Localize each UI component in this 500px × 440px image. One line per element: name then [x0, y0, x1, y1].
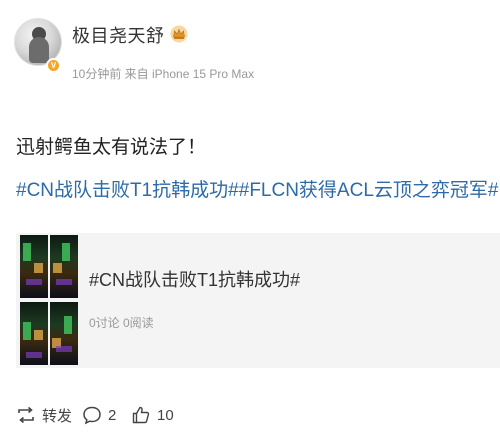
repost-icon	[18, 406, 34, 424]
post-header: V 极目尧天舒 10分钟前 来自 iPhone 15 Pro Max	[12, 14, 482, 84]
topic-links[interactable]: #CN战队击败T1抗韩成功##FLCN获得ACL云顶之弈冠军#	[16, 175, 498, 202]
post-meta: 10分钟前 来自 iPhone 15 Pro Max	[72, 67, 255, 81]
topic-card-title[interactable]: #CN战队击败T1抗韩成功#	[89, 266, 300, 292]
thumbnail-image	[50, 302, 78, 365]
comment-icon	[83, 406, 101, 425]
repost-label: 转发	[42, 407, 73, 425]
comment-button[interactable]: 2	[82, 402, 116, 428]
thumbnail-image	[20, 302, 48, 365]
topic-thumbnail-grid	[20, 235, 80, 367]
thumbnail-image	[20, 235, 48, 298]
thumbnail-image	[50, 235, 78, 298]
crown-badge-icon[interactable]	[170, 25, 188, 43]
comment-count: 2	[108, 406, 117, 424]
repost-button[interactable]: 转发	[16, 402, 72, 428]
topic-card-stats: 0讨论 0阅读	[89, 316, 154, 330]
post-text: 迅射鳄鱼太有说法了！	[16, 137, 207, 158]
author-name[interactable]: 极目尧天舒	[72, 22, 165, 48]
avatar-body-shape	[29, 37, 49, 63]
thumbs-up-icon	[132, 406, 150, 424]
like-count: 10	[157, 406, 174, 424]
action-bar: 转发 2 10	[0, 396, 500, 436]
like-button[interactable]: 10	[131, 402, 174, 428]
topic-card[interactable]: #CN战队击败T1抗韩成功# 0讨论 0阅读	[16, 233, 500, 368]
verified-badge-icon: V	[46, 58, 61, 73]
